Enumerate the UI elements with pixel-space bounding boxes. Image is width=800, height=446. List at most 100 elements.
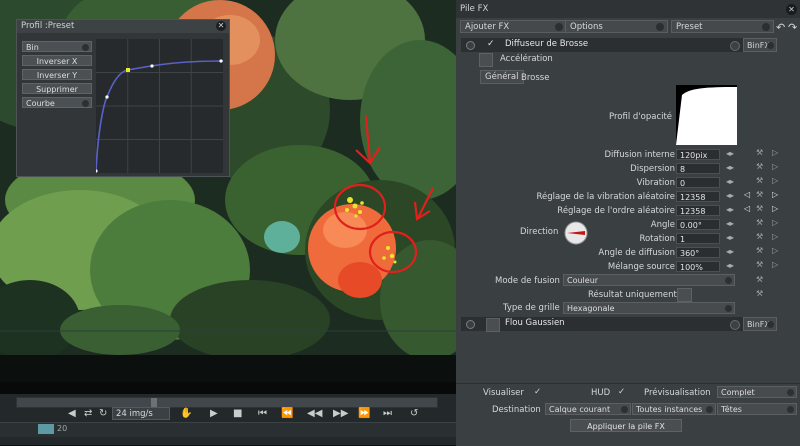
hand-icon[interactable]: ✋ xyxy=(180,408,192,419)
fx-visible-checkbox[interactable] xyxy=(486,318,500,332)
first-frame-icon[interactable]: ⏮ xyxy=(258,408,267,419)
opacity-profile-preview[interactable] xyxy=(676,85,737,145)
preview-dropdown[interactable]: Complet xyxy=(717,386,797,398)
fps-select[interactable]: 24 img/s xyxy=(112,407,170,420)
key-icon[interactable]: ⚒ xyxy=(756,232,763,241)
curve-point[interactable] xyxy=(219,59,223,63)
key-icon[interactable]: ⚒ xyxy=(756,176,763,185)
loop-icon[interactable]: ⇄ xyxy=(84,408,92,419)
key-icon[interactable]: ⚒ xyxy=(756,218,763,227)
direction-dial[interactable] xyxy=(564,221,588,245)
spinner-icon[interactable]: ◂▸ xyxy=(726,191,734,200)
delete-button[interactable]: Supprimer xyxy=(22,83,92,94)
prev-frame-icon[interactable]: ⏪ xyxy=(281,408,293,419)
key-icon[interactable]: ⚒ xyxy=(756,204,763,213)
prev-key-icon[interactable]: ◁ xyxy=(744,204,750,213)
spinner-icon[interactable]: ◂▸ xyxy=(726,205,734,214)
binfx-dropdown[interactable]: BinFX xyxy=(743,317,777,331)
curve-point[interactable] xyxy=(150,64,154,68)
spinner-icon[interactable]: ◂▸ xyxy=(726,177,734,186)
spinner-icon[interactable]: ◂▸ xyxy=(726,247,734,256)
next-key-icon[interactable]: ▷ xyxy=(772,204,778,213)
tab-brush[interactable]: Brosse xyxy=(521,73,549,83)
curve-point-selected[interactable] xyxy=(126,68,130,72)
invert-y-button[interactable]: Inverser Y xyxy=(22,69,92,80)
fx-row-brush-diffuser[interactable]: ✓ Diffuseur de Brosse xyxy=(461,38,743,52)
visualiser-checkbox[interactable]: ✓ xyxy=(534,387,541,397)
prev-key-icon[interactable]: ◁ xyxy=(744,190,750,199)
stop-icon[interactable]: ■ xyxy=(233,408,242,419)
blend-mode-dropdown[interactable]: Couleur xyxy=(563,274,735,286)
curve-dropdown[interactable]: Courbe xyxy=(22,97,92,108)
acceleration-checkbox[interactable] xyxy=(479,53,493,67)
key-icon[interactable]: ⚒ xyxy=(756,246,763,255)
hud-checkbox[interactable]: ✓ xyxy=(618,387,625,397)
destination-dropdown[interactable]: Calque courant xyxy=(545,403,631,415)
next-key-icon[interactable]: ▷ xyxy=(772,190,778,199)
spinner-icon[interactable]: ◂▸ xyxy=(726,163,734,172)
loop-end-icon[interactable]: ↺ xyxy=(410,408,418,419)
scroll-thumb[interactable] xyxy=(151,398,157,407)
key-icon[interactable]: ⚒ xyxy=(756,275,763,284)
spinner-icon[interactable]: ◂▸ xyxy=(726,219,734,228)
instances-dropdown[interactable]: Toutes instances xyxy=(632,403,716,415)
unique-result-checkbox[interactable] xyxy=(677,288,692,302)
next-key-icon[interactable]: ▷ xyxy=(772,176,778,185)
timeline-ruler[interactable] xyxy=(0,422,456,437)
heads-dropdown[interactable]: Têtes xyxy=(717,403,797,415)
close-icon[interactable]: ✕ xyxy=(786,4,797,15)
bin-dropdown[interactable]: Bin xyxy=(22,41,92,52)
spinner-icon[interactable]: ◂▸ xyxy=(726,149,734,158)
key-icon[interactable]: ⚒ xyxy=(756,190,763,199)
last-frame-icon[interactable]: ⏭ xyxy=(383,408,392,419)
fx-visible-checkbox[interactable]: ✓ xyxy=(487,39,495,49)
timeline-scrollbar[interactable] xyxy=(16,397,438,408)
key-icon[interactable]: ⚒ xyxy=(756,162,763,171)
fx-row-gaussian-blur[interactable]: Flou Gaussien xyxy=(461,317,743,332)
redo-icon[interactable]: ↷ xyxy=(788,21,797,34)
random-order-input[interactable]: 12358 xyxy=(676,205,720,216)
next-key-icon[interactable]: ▷ xyxy=(772,148,778,157)
apply-fx-stack-button[interactable]: Appliquer la pile FX xyxy=(570,419,682,432)
profile-curve-editor[interactable] xyxy=(94,39,224,173)
next-key-icon[interactable]: ▷ xyxy=(772,162,778,171)
play-icon[interactable]: ▶ xyxy=(210,408,218,419)
playback-icon[interactable]: ↻ xyxy=(99,408,107,419)
grid-type-dropdown[interactable]: Hexagonale xyxy=(563,302,735,314)
next-key-icon[interactable]: ▷ xyxy=(772,260,778,269)
binfx-dropdown[interactable]: BinFX xyxy=(743,38,777,52)
spinner-icon[interactable]: ◂▸ xyxy=(726,261,734,270)
spinner-icon[interactable]: ◂▸ xyxy=(726,233,734,242)
next-key-icon[interactable]: ▶▶ xyxy=(333,408,348,419)
curve-point[interactable] xyxy=(105,95,109,99)
close-icon[interactable]: ✕ xyxy=(216,21,226,31)
current-frame-marker[interactable] xyxy=(38,424,54,434)
next-key-icon[interactable]: ▷ xyxy=(772,232,778,241)
next-frame-icon[interactable]: ⏩ xyxy=(358,408,370,419)
internal-diffusion-input[interactable]: 120pix xyxy=(676,149,720,160)
source-mix-input[interactable]: 100% xyxy=(676,261,720,272)
key-icon[interactable]: ⚒ xyxy=(756,148,763,157)
undo-icon[interactable]: ↶ xyxy=(776,21,785,34)
vibration-input[interactable]: 0 xyxy=(676,177,720,188)
fx-options-icon[interactable] xyxy=(730,320,740,330)
invert-x-button[interactable]: Inverser X xyxy=(22,55,92,66)
angle-input[interactable]: 0.00° xyxy=(676,219,720,230)
tab-general[interactable]: Général xyxy=(480,70,524,84)
options-dropdown[interactable]: Options xyxy=(565,20,668,33)
rotation-input[interactable]: 1 xyxy=(676,233,720,244)
add-fx-dropdown[interactable]: Ajouter FX xyxy=(460,20,567,33)
fx-enable-radio[interactable] xyxy=(466,320,475,329)
key-icon[interactable]: ⚒ xyxy=(756,260,763,269)
preset-dropdown[interactable]: Preset xyxy=(671,20,774,33)
random-vibration-input[interactable]: 12358 xyxy=(676,191,720,202)
speaker-icon[interactable]: ◀ xyxy=(68,408,76,419)
curve-point[interactable] xyxy=(94,169,98,173)
fx-options-icon[interactable] xyxy=(730,41,740,51)
diffusion-angle-input[interactable]: 360° xyxy=(676,247,720,258)
prev-key-icon[interactable]: ◀◀ xyxy=(307,408,322,419)
dispersion-input[interactable]: 8 xyxy=(676,163,720,174)
fx-enable-radio[interactable] xyxy=(466,41,475,50)
next-key-icon[interactable]: ▷ xyxy=(772,218,778,227)
next-key-icon[interactable]: ▷ xyxy=(772,246,778,255)
